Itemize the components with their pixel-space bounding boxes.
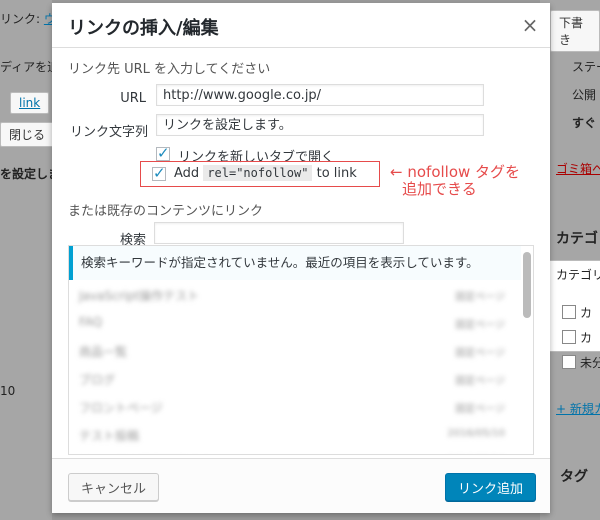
bg-status: ステー (572, 60, 600, 74)
result-type: 2016/05/10 (447, 428, 505, 439)
bg-draft-button[interactable]: 下書き (550, 10, 600, 52)
check-icon: ✓ (153, 164, 166, 182)
no-query-notice: 検索キーワードが指定されていません。最近の項目を表示しています。 (69, 246, 521, 280)
close-icon[interactable]: × (518, 13, 542, 37)
url-input[interactable]: http://www.google.co.jp/ (156, 84, 484, 106)
result-type: 固定ページ (455, 292, 505, 303)
bg-link-button[interactable]: link (10, 92, 50, 114)
annotation-line1: nofollow タグを (407, 163, 521, 181)
result-row[interactable]: テスト投稿 2016/05/10 (69, 420, 521, 448)
bg-category-checkbox[interactable] (562, 355, 576, 369)
link-text-input[interactable]: リンクを設定します。 (156, 114, 484, 136)
result-title: 商品一覧 (79, 345, 128, 359)
result-title: JavaScript操作テスト (79, 289, 200, 303)
check-icon: ✓ (157, 144, 170, 162)
nofollow-suffix: to link (316, 166, 357, 181)
recent-items-list[interactable]: 検索キーワードが指定されていません。最近の項目を表示しています。 JavaScr… (68, 245, 534, 455)
result-row[interactable]: JavaScript操作テスト 固定ページ (69, 280, 521, 308)
result-type: 固定ページ (455, 376, 505, 387)
bg-category-tab[interactable]: カテゴリ (556, 266, 600, 283)
bg-category-checkbox[interactable] (562, 305, 576, 319)
add-media-button[interactable]: ディアを追 (0, 58, 59, 75)
bg-close-tags-button[interactable]: 閉じる (0, 122, 55, 147)
result-title: FAQ (79, 315, 103, 329)
result-row[interactable]: テスト用の投稿記事です2016/05/10 (69, 448, 521, 454)
editor-left-area (0, 0, 52, 520)
bg-category-checkbox[interactable] (562, 330, 576, 344)
bg-publish-time: すぐ (572, 116, 597, 130)
url-label: URL (120, 91, 146, 106)
arrow-left-icon: ← (390, 163, 403, 181)
result-row[interactable]: ブログ 固定ページ (69, 364, 521, 392)
dialog-header: リンクの挿入/編集 × (52, 3, 550, 48)
bg-category-heading: カテゴリ (556, 231, 600, 247)
nofollow-prefix: Add (174, 166, 200, 181)
permalink-label: リンク: ウ (0, 12, 56, 26)
dialog-footer: キャンセル リンク追加 (52, 458, 550, 513)
annotation-line2: 追加できる (402, 180, 477, 198)
nofollow-checkbox[interactable]: ✓ (152, 164, 166, 182)
dialog-title: リンクの挿入/編集 (68, 18, 219, 39)
cancel-button[interactable]: キャンセル (68, 473, 160, 501)
url-instruction: リンク先 URL を入力してください (68, 62, 271, 77)
existing-content-label: または既存のコンテンツにリンク (68, 204, 264, 219)
results-scrollbar[interactable] (523, 252, 531, 318)
result-type: 固定ページ (455, 348, 505, 359)
add-link-button[interactable]: リンク追加 (444, 473, 536, 501)
bg-editor-text: を設定しま (0, 167, 61, 181)
link-text-label: リンク文字列 (69, 125, 148, 140)
bg-word-count: 10 (0, 384, 16, 398)
bg-visibility: 公開 (572, 88, 597, 102)
link-dialog: リンクの挿入/編集 × リンク先 URL を入力してください URL http:… (52, 3, 550, 513)
result-type: 固定ページ (455, 320, 505, 331)
bg-category-item: カ (580, 306, 593, 320)
bg-category-item: 未分 (580, 356, 600, 370)
result-row[interactable]: フロントページ 固定ページ (69, 392, 521, 420)
result-title: テスト投稿 (79, 429, 140, 443)
new-tab-checkbox[interactable]: ✓ (156, 144, 170, 162)
result-title: ブログ (79, 373, 116, 387)
result-row[interactable]: FAQ 固定ページ (69, 308, 521, 336)
result-title: フロントページ (79, 401, 163, 415)
nofollow-code: rel="nofollow" (203, 165, 313, 181)
nofollow-annotation: ← nofollow タグを 追加できる (390, 164, 520, 198)
result-row[interactable]: 商品一覧 固定ページ (69, 336, 521, 364)
page: リンク: ウ ディアを追 link 閉じる を設定しま 10 下書き ステー 公… (0, 0, 600, 520)
bg-new-category-link[interactable]: + 新規カ (556, 400, 600, 417)
bg-tag-heading: タグ (560, 469, 588, 485)
bg-trash-link[interactable]: ゴミ箱へ (556, 160, 600, 177)
nofollow-label: Add rel="nofollow" to link (174, 165, 357, 181)
search-input[interactable] (154, 222, 404, 244)
bg-category-item: カ (580, 331, 593, 345)
result-type: 固定ページ (455, 404, 505, 415)
